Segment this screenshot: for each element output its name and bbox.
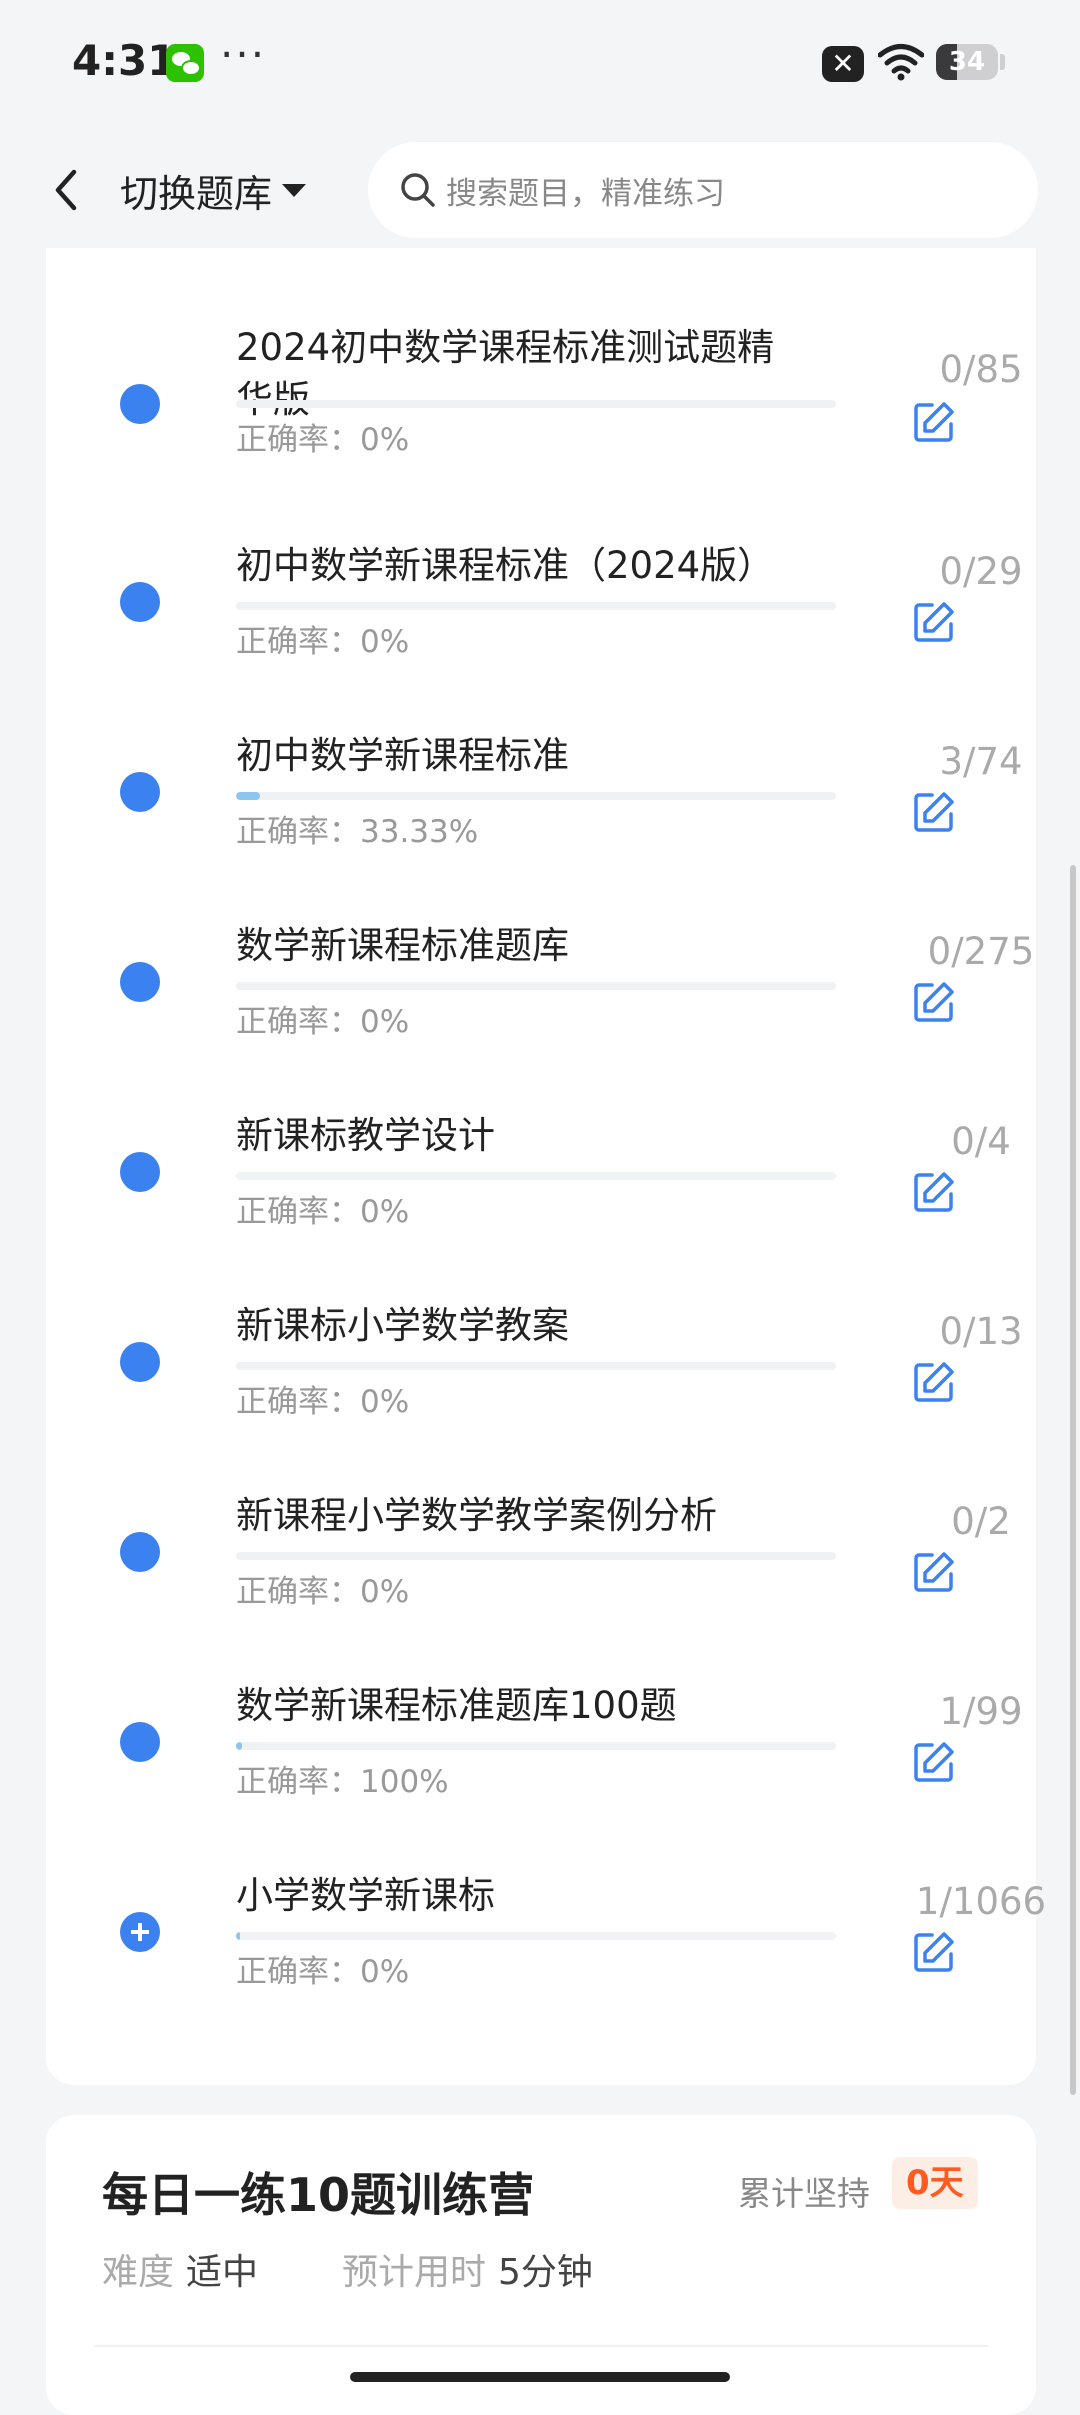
back-arrow-icon[interactable] bbox=[42, 160, 92, 220]
bullet-icon bbox=[120, 1722, 160, 1762]
home-indicator[interactable] bbox=[350, 2372, 730, 2382]
item-title: 初中数学新课程标准（2024版） bbox=[236, 544, 775, 587]
item-count: 0/13 bbox=[939, 1310, 1023, 1353]
progress-bar bbox=[236, 602, 836, 610]
item-count: 0/2 bbox=[951, 1500, 1011, 1543]
estimated-time-info: 预计用时 5分钟 bbox=[342, 2243, 593, 2295]
item-accuracy: 正确率：0% bbox=[236, 1574, 410, 1610]
item-count: 0/29 bbox=[939, 550, 1023, 593]
list-item[interactable]: 初中数学新课程标准（2024版） 正确率：0% 0/29 bbox=[46, 540, 1036, 730]
progress-bar bbox=[236, 792, 836, 800]
item-title: 新课标教学设计 bbox=[236, 1114, 495, 1157]
question-bank-list: 2024初中数学课程标准测试题精华版 正确率：0% 0/85 初中数学新课程标准… bbox=[46, 180, 1046, 2085]
scrollbar[interactable] bbox=[1070, 865, 1076, 2095]
wechat-icon bbox=[166, 44, 204, 82]
progress-bar bbox=[236, 1362, 836, 1370]
difficulty-value: 适中 bbox=[186, 2252, 259, 2293]
item-accuracy: 正确率：0% bbox=[236, 1384, 410, 1420]
battery-level: 34 bbox=[948, 47, 986, 77]
item-accuracy: 正确率：0% bbox=[236, 1194, 410, 1230]
list-item[interactable]: 2024初中数学课程标准测试题精华版 正确率：0% 0/85 bbox=[46, 300, 1036, 490]
item-accuracy: 正确率：0% bbox=[236, 422, 410, 458]
progress-bar bbox=[236, 1552, 836, 1560]
bullet-icon bbox=[120, 1342, 160, 1382]
bullet-icon bbox=[120, 1152, 160, 1192]
add-icon[interactable] bbox=[120, 1912, 160, 1952]
edit-icon[interactable] bbox=[912, 1930, 956, 1974]
item-accuracy: 正确率：0% bbox=[236, 624, 410, 660]
difficulty-info: 难度 适中 bbox=[102, 2243, 258, 2295]
search-input[interactable]: 搜索题目，精准练习 bbox=[368, 142, 1038, 238]
list-item[interactable]: 新课程小学数学教学案例分析 正确率：0% 0/2 bbox=[46, 1490, 1036, 1680]
item-title: 数学新课程标准题库100题 bbox=[236, 1684, 677, 1727]
progress-bar bbox=[236, 400, 836, 408]
bullet-icon bbox=[120, 384, 160, 424]
item-title: 2024初中数学课程标准测试题精华版 bbox=[236, 326, 775, 421]
search-icon bbox=[401, 173, 435, 207]
list-item[interactable]: 新课标教学设计 正确率：0% 0/4 bbox=[46, 1110, 1036, 1300]
battery-tip bbox=[1000, 54, 1005, 70]
item-count: 3/74 bbox=[939, 740, 1023, 783]
item-count: 0/85 bbox=[939, 348, 1023, 391]
difficulty-label: 难度 bbox=[102, 2252, 175, 2293]
edit-icon[interactable] bbox=[912, 1170, 956, 1214]
progress-bar bbox=[236, 1932, 836, 1940]
battery-icon: 34 bbox=[936, 44, 998, 80]
item-count: 0/4 bbox=[951, 1120, 1011, 1163]
close-notification-icon: ✕ bbox=[822, 46, 864, 82]
item-accuracy: 正确率：0% bbox=[236, 1954, 410, 1990]
caret-down-icon bbox=[282, 183, 307, 197]
time-value: 5分钟 bbox=[498, 2252, 593, 2293]
switch-bank-label: 切换题库 bbox=[120, 171, 273, 216]
top-nav: 切换题库 搜索题目，精准练习 bbox=[0, 130, 1080, 248]
list-item[interactable]: 小学数学新课标 正确率：0% 1/1066 bbox=[46, 1870, 1046, 2060]
progress-bar bbox=[236, 1742, 836, 1750]
edit-icon[interactable] bbox=[912, 1550, 956, 1594]
item-count: 0/275 bbox=[927, 930, 1035, 973]
training-title: 每日一练10题训练营 bbox=[102, 2168, 535, 2222]
edit-icon[interactable] bbox=[912, 1360, 956, 1404]
wifi-icon bbox=[878, 44, 924, 81]
bullet-icon bbox=[120, 1532, 160, 1572]
list-item[interactable]: 数学新课程标准题库100题 正确率：100% 1/99 bbox=[46, 1680, 1036, 1870]
bullet-icon bbox=[120, 582, 160, 622]
bullet-icon bbox=[120, 962, 160, 1002]
search-placeholder: 搜索题目，精准练习 bbox=[446, 175, 725, 212]
list-item[interactable]: 初中数学新课程标准 正确率：33.33% 3/74 bbox=[46, 730, 1036, 920]
edit-icon[interactable] bbox=[912, 400, 956, 444]
list-item[interactable]: 数学新课程标准题库 正确率：0% 0/275 bbox=[46, 920, 1036, 1110]
edit-icon[interactable] bbox=[912, 600, 956, 644]
edit-icon[interactable] bbox=[912, 980, 956, 1024]
item-accuracy: 正确率：100% bbox=[236, 1764, 449, 1800]
daily-training-card[interactable]: 每日一练10题训练营 累计坚持 0天 难度 适中 预计用时 5分钟 bbox=[46, 2115, 1036, 2415]
item-title: 新课标小学数学教案 bbox=[236, 1304, 569, 1347]
status-bar: 4:31 ··· ✕ 34 bbox=[0, 0, 1080, 130]
item-title: 小学数学新课标 bbox=[236, 1874, 495, 1917]
progress-bar bbox=[236, 1172, 836, 1180]
bullet-icon bbox=[120, 772, 160, 812]
progress-bar bbox=[236, 982, 836, 990]
switch-bank-dropdown[interactable]: 切换题库 bbox=[120, 160, 307, 220]
item-title: 新课程小学数学教学案例分析 bbox=[236, 1494, 717, 1537]
item-count: 1/99 bbox=[939, 1690, 1023, 1733]
item-count: 1/1066 bbox=[915, 1880, 1047, 1923]
edit-icon[interactable] bbox=[912, 1740, 956, 1784]
item-accuracy: 正确率：33.33% bbox=[236, 814, 479, 850]
item-accuracy: 正确率：0% bbox=[236, 1004, 410, 1040]
streak-label: 累计坚持 bbox=[738, 2174, 870, 2213]
edit-icon[interactable] bbox=[912, 790, 956, 834]
item-title: 初中数学新课程标准 bbox=[236, 734, 569, 777]
status-time: 4:31 bbox=[72, 36, 177, 85]
divider bbox=[94, 2345, 988, 2347]
item-title: 数学新课程标准题库 bbox=[236, 924, 569, 967]
streak-badge: 0天 bbox=[892, 2157, 978, 2209]
list-item[interactable]: 新课标小学数学教案 正确率：0% 0/13 bbox=[46, 1300, 1036, 1490]
time-label: 预计用时 bbox=[342, 2252, 487, 2293]
more-notifications-icon: ··· bbox=[220, 30, 267, 79]
